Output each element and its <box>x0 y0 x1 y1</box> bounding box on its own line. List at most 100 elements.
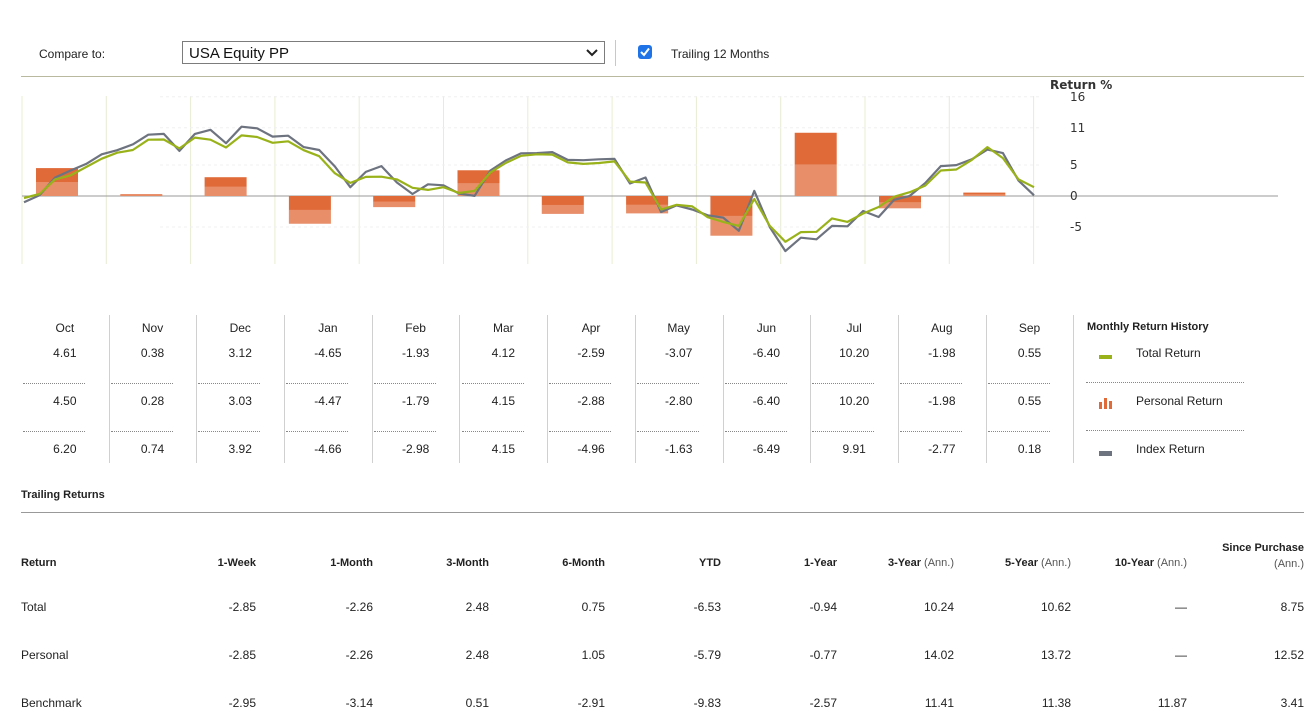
month-label: Aug <box>931 321 953 335</box>
trailing-returns-title: Trailing Returns <box>21 489 105 501</box>
month-label: Feb <box>405 321 426 335</box>
return-value: 11.38 <box>1041 696 1071 710</box>
divider <box>549 383 612 384</box>
return-value: -3.14 <box>345 696 373 710</box>
month-column-aug: Aug -1.98 -1.98 -2.77 <box>898 315 987 463</box>
column-header: 10-Year (Ann.) <box>1114 557 1187 569</box>
monthly-table: Monthly Return History Total Return Pers… <box>21 315 1251 465</box>
divider <box>110 383 173 384</box>
bar-shade <box>36 182 78 196</box>
trailing-row-benchmark: Benchmark -2.95 -3.14 0.51 -2.91 -9.83 -2.57 11… <box>21 696 1304 716</box>
return-value: -5.79 <box>693 648 721 662</box>
month-column-sep: Sep 0.55 0.55 0.18 <box>986 315 1075 463</box>
return-value: -2.26 <box>345 648 373 662</box>
divider <box>461 383 524 384</box>
month-total-value: -3.07 <box>665 346 693 360</box>
compare-select[interactable]: USA Equity PP <box>182 41 605 64</box>
month-label: Apr <box>581 321 601 335</box>
month-personal-value: 4.50 <box>53 394 77 408</box>
column-header: Return <box>21 557 57 569</box>
month-column-apr: Apr -2.59 -2.88 -4.96 <box>547 315 636 463</box>
return-value: -0.77 <box>809 648 837 662</box>
index-return-swatch <box>1099 451 1112 456</box>
divider <box>198 431 261 432</box>
legend-title: Monthly Return History <box>1087 321 1209 333</box>
month-label: Mar <box>493 321 514 335</box>
bar-shade <box>373 201 416 208</box>
divider <box>724 431 787 432</box>
divider <box>987 383 1050 384</box>
chevron-down-icon <box>586 49 598 57</box>
divider <box>1086 382 1244 383</box>
legend-personal: Personal Return <box>1136 394 1223 408</box>
month-index-value: -2.77 <box>928 442 956 456</box>
return-value: -9.83 <box>693 696 721 710</box>
month-index-value: -4.66 <box>314 442 342 456</box>
return-chart: 161150-5 Return % <box>21 78 1278 264</box>
bar-shade <box>204 186 247 196</box>
month-total-value: -6.40 <box>752 346 781 360</box>
month-personal-value: 4.15 <box>491 394 516 408</box>
month-personal-value: 3.03 <box>228 394 252 408</box>
bar-jan <box>288 196 331 224</box>
return-value: 2.48 <box>465 648 489 662</box>
y-tick-label: -5 <box>1070 220 1082 234</box>
month-total-value: 4.61 <box>53 346 77 360</box>
return-value: 1.05 <box>581 648 605 662</box>
divider <box>286 431 349 432</box>
trailing-checkbox[interactable] <box>638 45 652 59</box>
return-value: -2.91 <box>577 696 605 710</box>
month-index-value: 9.91 <box>842 442 866 456</box>
divider <box>636 383 699 384</box>
month-personal-value: -6.40 <box>752 394 781 408</box>
divider <box>549 431 612 432</box>
bar-sep <box>963 192 1006 196</box>
month-total-value: -2.59 <box>577 346 605 360</box>
column-header: 3-Month <box>446 557 489 569</box>
month-total-value: -1.93 <box>401 346 430 360</box>
return-value: 10.62 <box>1040 600 1071 614</box>
month-total-value: -1.98 <box>928 346 956 360</box>
column-header: YTD <box>699 557 721 569</box>
divider <box>373 431 436 432</box>
month-personal-value: -2.88 <box>577 394 605 408</box>
trailing-header-row: Return 1-Week 1-Month 3-Month 6-Month YTD 1-Ye… <box>21 538 1304 578</box>
return-value: 12.52 <box>1273 648 1304 662</box>
divider <box>461 431 524 432</box>
return-value: -6.53 <box>693 600 721 614</box>
return-value: — <box>1175 648 1187 662</box>
month-personal-value: -1.79 <box>401 394 430 408</box>
monthly-legend: Monthly Return History Total Return Pers… <box>1086 315 1266 463</box>
legend-index: Index Return <box>1136 442 1205 456</box>
month-label: Dec <box>229 321 251 335</box>
bar-shade <box>541 204 584 214</box>
month-column-feb: Feb -1.93 -1.79 -2.98 <box>372 315 461 463</box>
month-label: Jul <box>846 321 862 335</box>
month-index-value: 6.20 <box>53 442 77 456</box>
month-column-nov: Nov 0.38 0.28 0.74 <box>109 315 198 463</box>
divider <box>21 512 1304 513</box>
row-label: Benchmark <box>21 696 82 710</box>
compare-label: Compare to: <box>39 47 106 61</box>
month-personal-value: 0.55 <box>1017 394 1042 408</box>
month-index-value: -1.63 <box>665 442 693 456</box>
bar-shade <box>963 194 1006 196</box>
month-total-value: 4.12 <box>491 346 516 360</box>
month-index-value: 0.18 <box>1017 442 1042 456</box>
bar-apr <box>541 196 584 214</box>
return-value: -2.85 <box>228 600 256 614</box>
trailing-row-personal: Personal -2.85 -2.26 2.48 1.05 -5.79 -0.77 14.0… <box>21 648 1304 668</box>
column-header: 5-Year (Ann.) <box>1004 557 1071 569</box>
column-header: Since Purchase (Ann.) <box>1222 542 1304 570</box>
divider <box>615 40 616 66</box>
return-value: 0.75 <box>581 600 605 614</box>
divider <box>1086 430 1244 431</box>
trailing-row-total: Total -2.85 -2.26 2.48 0.75 -6.53 -0.94 10.24 10… <box>21 600 1304 620</box>
month-index-value: 3.92 <box>228 442 252 456</box>
bar-shade <box>794 164 837 196</box>
month-label: Oct <box>55 321 75 335</box>
month-column-mar: Mar 4.12 4.15 4.15 <box>460 315 549 463</box>
return-value: 0.51 <box>465 696 489 710</box>
column-header: 1-Year <box>803 557 837 569</box>
month-column-jun: Jun -6.40 -6.40 -6.49 <box>723 315 812 463</box>
